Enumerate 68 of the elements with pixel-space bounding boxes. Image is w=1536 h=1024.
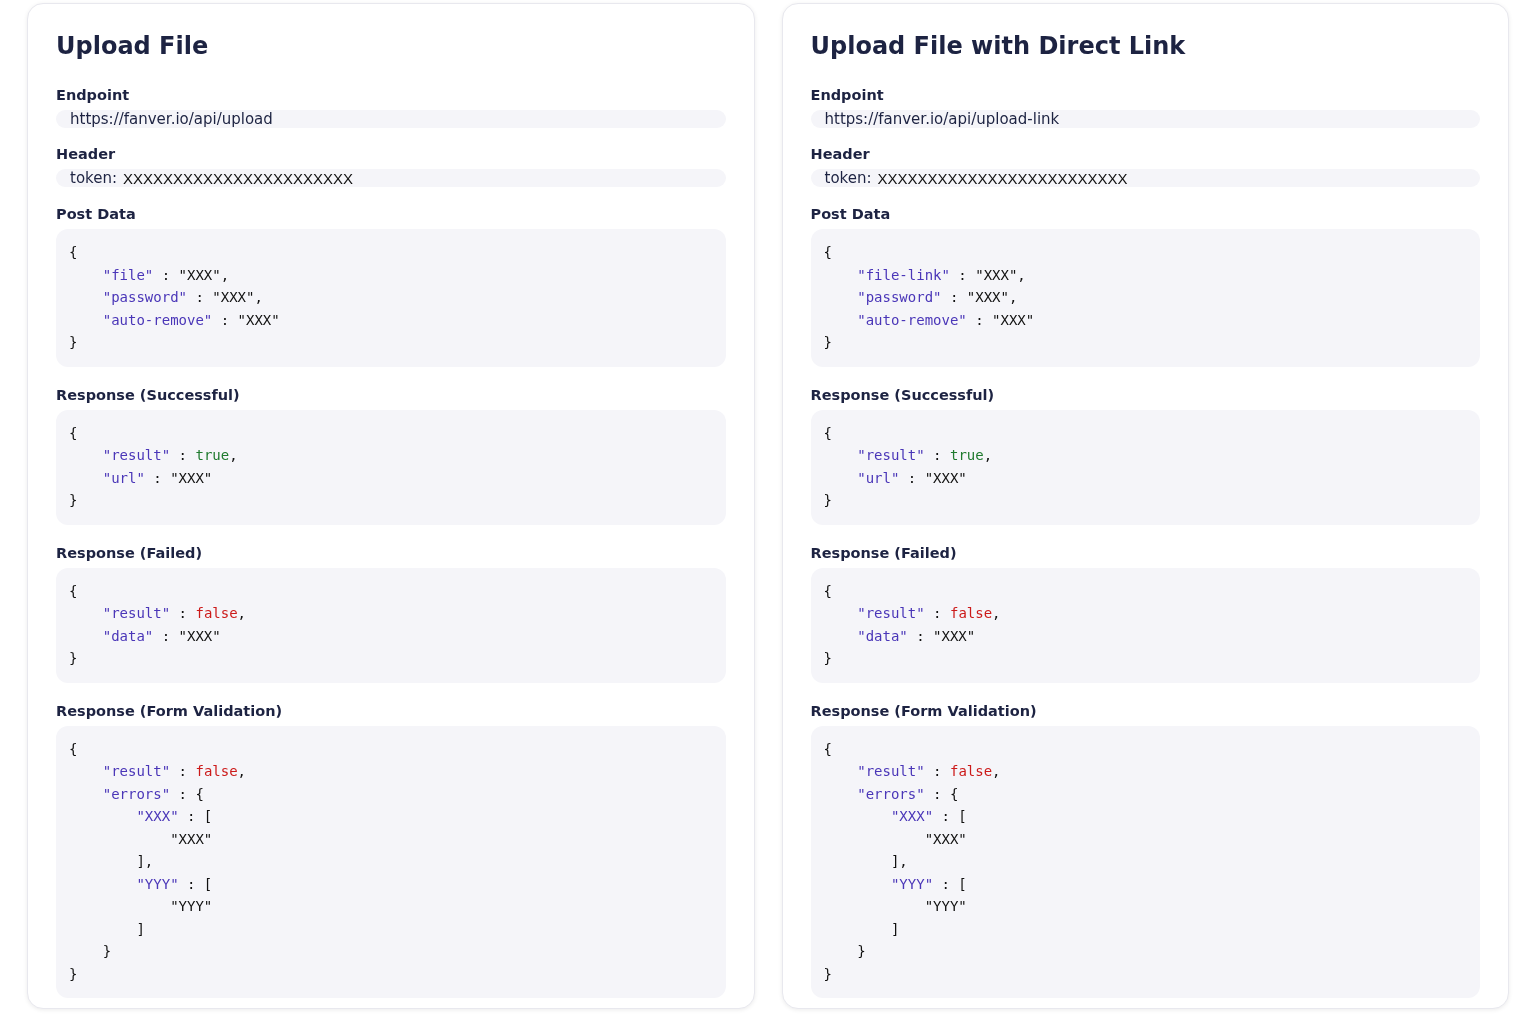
code-line: "XXX" : [ <box>889 807 968 826</box>
code-line: } <box>823 333 833 352</box>
code-line: } <box>69 333 79 352</box>
code-line: "errors" : { <box>856 784 960 804</box>
section-label: Endpoint <box>56 87 131 103</box>
section-label: Response (Successful) <box>810 386 996 403</box>
endpoint-field: https://fanver.io/api/upload <box>56 110 726 128</box>
code-line: } <box>69 491 79 510</box>
code-line: "data" : "XXX" <box>101 626 222 646</box>
code-line: { <box>69 243 79 262</box>
code-line: "YYY" <box>169 897 214 916</box>
code-line: } <box>69 964 79 984</box>
code-line: { <box>69 581 79 601</box>
code-line: "auto-remove" : "XXX" <box>101 310 281 330</box>
code-line: "YYY" : [ <box>889 874 968 894</box>
code-line: { <box>823 739 833 759</box>
token-value: XXXXXXXXXXXXXXXXXXXXXXX <box>123 169 354 187</box>
section-label: Response (Successful) <box>56 386 241 403</box>
section-label: Post Data <box>810 206 892 222</box>
token-value: XXXXXXXXXXXXXXXXXXXXXXXXX <box>877 169 1128 187</box>
section-label: Response (Form Validation) <box>56 702 284 719</box>
code-line: "file" : "XXX", <box>101 265 231 285</box>
code-line: "url" : "XXX" <box>856 468 968 488</box>
code-line: "url" : "XXX" <box>101 468 214 488</box>
code-line: } <box>823 491 833 510</box>
code-line: "result" : false, <box>101 604 248 623</box>
code-line: ] <box>135 919 146 939</box>
header-name: token: <box>70 169 117 187</box>
code-line: ] <box>889 919 901 939</box>
code-line: { <box>823 581 833 601</box>
code-line: } <box>823 649 833 668</box>
code-line: "errors" : { <box>101 784 205 804</box>
code-line: "result" : false, <box>856 762 1002 781</box>
code-line: } <box>823 964 833 984</box>
panel-title: Upload File with Direct Link <box>810 31 1187 62</box>
code-line: "result" : false, <box>856 604 1002 623</box>
code-line: "XXX" <box>169 829 214 849</box>
code-line: } <box>101 942 113 961</box>
endpoint-field: https://fanver.io/api/upload-link <box>810 110 1480 128</box>
code-line: "result" : true, <box>856 446 994 465</box>
code-line: "auto-remove" : "XXX" <box>856 310 1036 330</box>
code-line: "result" : true, <box>101 446 239 465</box>
code-line: { <box>69 739 79 759</box>
section-label: Response (Failed) <box>56 544 204 561</box>
code-line: ], <box>889 852 909 871</box>
section-label: Header <box>810 146 871 162</box>
code-line: "file-link" : "XXX", <box>856 265 1027 285</box>
code-line: "XXX" <box>923 829 968 849</box>
code-line: } <box>856 942 867 961</box>
code-line: "XXX" : [ <box>135 807 214 826</box>
code-line: ], <box>135 852 155 871</box>
section-label: Response (Failed) <box>810 544 958 561</box>
section-label: Endpoint <box>810 87 885 103</box>
code-line: { <box>69 423 79 443</box>
code-line: { <box>823 243 833 262</box>
code-line: "data" : "XXX" <box>856 626 977 646</box>
section-label: Response (Form Validation) <box>810 702 1038 719</box>
code-line: "result" : false, <box>101 762 248 781</box>
header-name: token: <box>824 169 872 187</box>
code-line: "password" : "XXX", <box>856 288 1019 307</box>
code-line: } <box>69 649 79 668</box>
code-line: "YYY" : [ <box>135 874 214 894</box>
code-line: "YYY" <box>923 897 968 916</box>
section-label: Post Data <box>56 206 137 222</box>
section-label: Header <box>56 146 117 162</box>
panel-title: Upload File <box>56 31 210 62</box>
code-line: { <box>823 423 833 443</box>
code-line: "password" : "XXX", <box>101 288 264 307</box>
